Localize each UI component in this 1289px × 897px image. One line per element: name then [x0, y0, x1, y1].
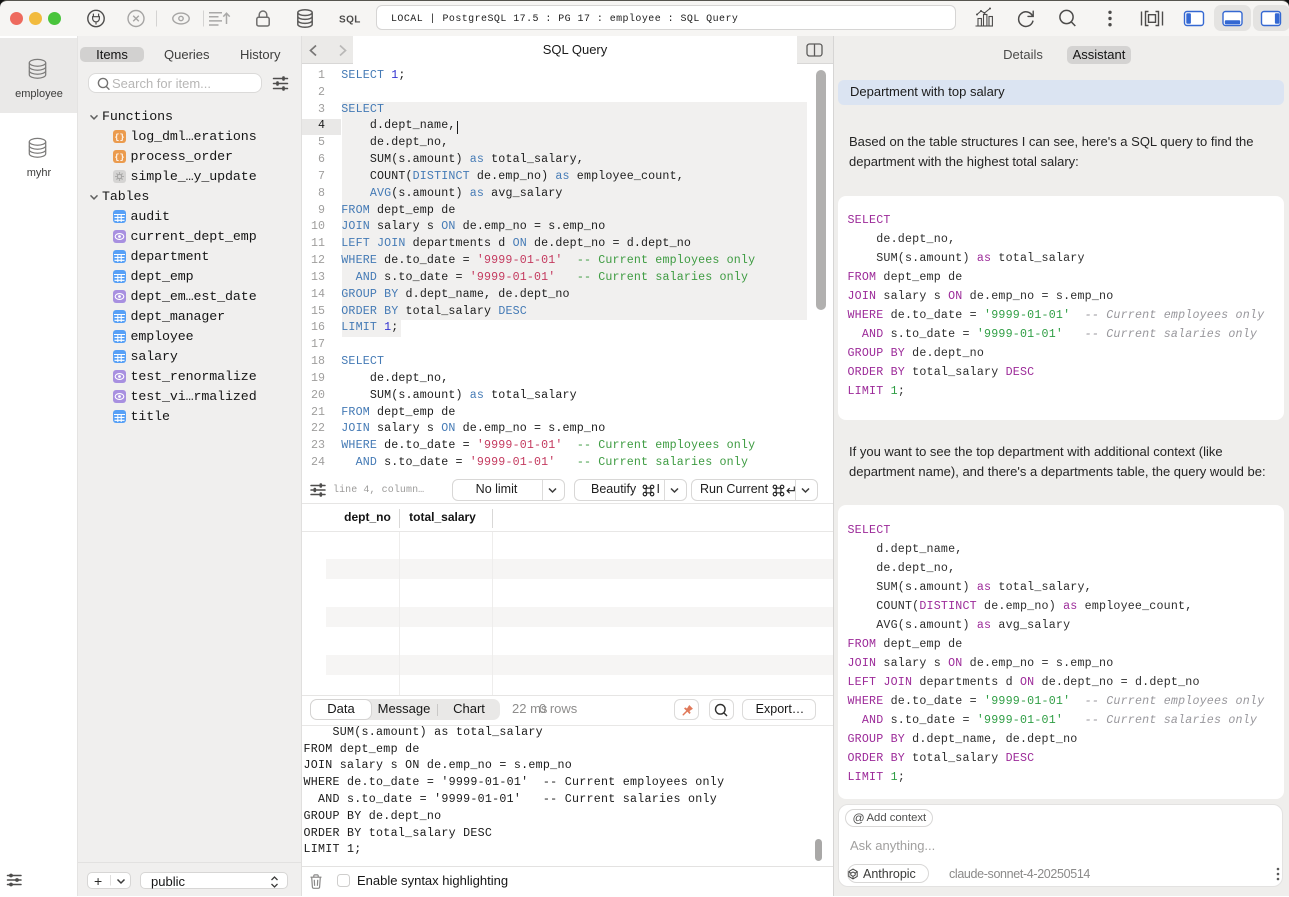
svg-text:SQL: SQL [339, 15, 361, 26]
